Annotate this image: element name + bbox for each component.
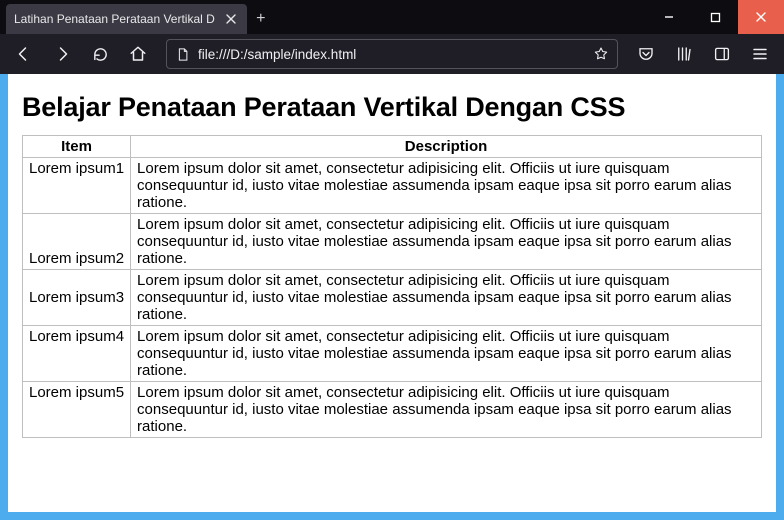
sidebar-button[interactable] [706, 39, 738, 69]
cell-item: Lorem ipsum1 [23, 158, 131, 214]
cell-item: Lorem ipsum3 [23, 270, 131, 326]
reload-button[interactable] [84, 39, 116, 69]
app-menu-button[interactable] [744, 39, 776, 69]
cell-description: Lorem ipsum dolor sit amet, consectetur … [131, 326, 762, 382]
cell-item: Lorem ipsum4 [23, 326, 131, 382]
cell-item: Lorem ipsum2 [23, 214, 131, 270]
table-row: Lorem ipsum5 Lorem ipsum dolor sit amet,… [23, 382, 762, 438]
table-row: Lorem ipsum4 Lorem ipsum dolor sit amet,… [23, 326, 762, 382]
tab-strip: Latihan Penataan Perataan Vertikal D + [0, 0, 646, 34]
window-close-button[interactable] [738, 0, 784, 34]
plus-icon: + [256, 10, 265, 28]
home-button[interactable] [122, 39, 154, 69]
viewport: Belajar Penataan Perataan Vertikal Denga… [0, 74, 784, 520]
cell-description: Lorem ipsum dolor sit amet, consectetur … [131, 270, 762, 326]
cell-description: Lorem ipsum dolor sit amet, consectetur … [131, 382, 762, 438]
window-maximize-button[interactable] [692, 0, 738, 34]
back-button[interactable] [8, 39, 40, 69]
pocket-button[interactable] [630, 39, 662, 69]
url-text: file:///D:/sample/index.html [198, 47, 356, 62]
tab-close-icon[interactable] [223, 11, 239, 27]
address-bar[interactable]: file:///D:/sample/index.html [166, 39, 618, 69]
table-row: Lorem ipsum3 Lorem ipsum dolor sit amet,… [23, 270, 762, 326]
col-item: Item [23, 136, 131, 158]
cell-description: Lorem ipsum dolor sit amet, consectetur … [131, 158, 762, 214]
library-button[interactable] [668, 39, 700, 69]
file-icon [175, 47, 190, 62]
bookmark-star-icon[interactable] [593, 46, 609, 62]
browser-toolbar: file:///D:/sample/index.html [0, 34, 784, 74]
table-row: Lorem ipsum1 Lorem ipsum dolor sit amet,… [23, 158, 762, 214]
cell-item: Lorem ipsum5 [23, 382, 131, 438]
tab-title: Latihan Penataan Perataan Vertikal D [14, 12, 215, 26]
window-titlebar: Latihan Penataan Perataan Vertikal D + [0, 0, 784, 34]
page-title: Belajar Penataan Perataan Vertikal Denga… [22, 92, 762, 123]
col-description: Description [131, 136, 762, 158]
document-body[interactable]: Belajar Penataan Perataan Vertikal Denga… [8, 74, 776, 512]
cell-description: Lorem ipsum dolor sit amet, consectetur … [131, 214, 762, 270]
new-tab-button[interactable]: + [247, 4, 275, 34]
valign-table: Item Description Lorem ipsum1 Lorem ipsu… [22, 135, 762, 438]
browser-tab-active[interactable]: Latihan Penataan Perataan Vertikal D [6, 4, 247, 34]
window-controls [646, 0, 784, 34]
forward-button[interactable] [46, 39, 78, 69]
table-row: Lorem ipsum2 Lorem ipsum dolor sit amet,… [23, 214, 762, 270]
table-header-row: Item Description [23, 136, 762, 158]
window-minimize-button[interactable] [646, 0, 692, 34]
